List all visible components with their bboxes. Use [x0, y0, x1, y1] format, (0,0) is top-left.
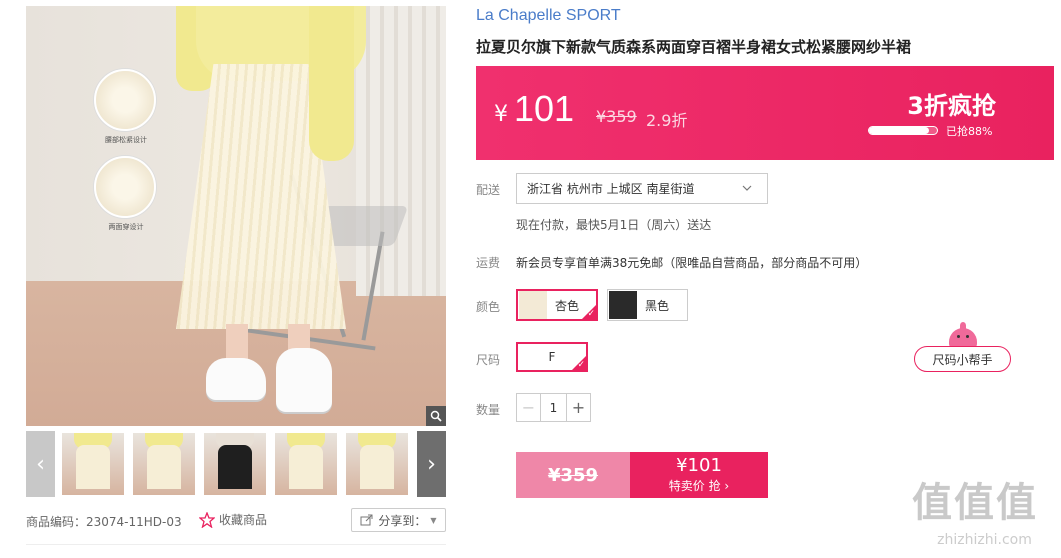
quantity-stepper: − 1 +: [516, 393, 591, 422]
hoodie-sleeve: [309, 6, 354, 161]
caret-down-icon: ▼: [430, 515, 437, 525]
divider: [26, 544, 446, 545]
check-icon: ✓: [577, 360, 585, 370]
share-label: 分享到：: [378, 513, 427, 528]
delivery-label: 配送: [476, 183, 501, 197]
sold-progress-bar: [868, 126, 938, 135]
chevron-left-icon: ‹: [36, 451, 45, 477]
quantity-decrease-button[interactable]: −: [517, 394, 541, 421]
thumb-prev-button[interactable]: ‹: [26, 431, 55, 497]
thumbnail[interactable]: [204, 433, 266, 495]
size-label: 尺码: [476, 353, 501, 367]
thumbnail[interactable]: [275, 433, 337, 495]
thumb-skirt: [360, 445, 394, 489]
model-shoe: [206, 358, 266, 400]
quantity-value[interactable]: 1: [541, 394, 566, 421]
chevron-right-icon: ›: [427, 451, 436, 477]
price-currency: ¥: [494, 102, 508, 127]
buy-label: 特卖价 抢 ›: [668, 479, 730, 493]
star-outline-icon: [199, 511, 215, 528]
color-option-label: 黑色: [645, 298, 670, 313]
size-option-f[interactable]: F ✓: [516, 342, 588, 372]
favorite-button[interactable]: 收藏商品: [199, 511, 267, 528]
thumb-next-button[interactable]: ›: [417, 431, 446, 497]
mascot-eye: [966, 335, 969, 338]
product-page: 腰部松紧设计 两面穿设计 ‹ › 商品编码：23074-11HD-03 收藏商品…: [0, 0, 1061, 558]
size-helper-button[interactable]: 尺码小帮手: [914, 346, 1011, 372]
favorite-label: 收藏商品: [219, 513, 268, 527]
color-label: 颜色: [476, 300, 501, 314]
chevron-down-icon: [742, 185, 752, 191]
detail-circle-reversible: [94, 156, 156, 218]
original-price: ¥359: [596, 107, 637, 126]
share-button[interactable]: 分享到： ▼: [351, 508, 446, 532]
flash-sale-title: 3折疯抢: [907, 92, 996, 120]
thumb-skirt: [147, 445, 181, 489]
photo-curtain: [356, 6, 446, 296]
watermark-logo: 值值值: [912, 480, 1038, 526]
quantity-label: 数量: [476, 403, 501, 417]
sold-progress-fill: [869, 127, 929, 134]
size-option-label: F: [548, 350, 556, 364]
color-swatch: [519, 291, 547, 319]
color-option-black[interactable]: 黑色: [607, 289, 688, 321]
product-title: 拉夏贝尔旗下新款气质森系两面穿百褶半身裙女式松紧腰网纱半裙: [476, 38, 912, 56]
site-watermark: 值值值 zhizhizhi.com: [912, 478, 1057, 556]
color-option-apricot[interactable]: 杏色 ✓: [516, 289, 598, 321]
main-product-image[interactable]: 腰部松紧设计 两面穿设计: [26, 6, 446, 426]
thumb-skirt: [289, 445, 323, 489]
check-icon: ✓: [587, 309, 595, 319]
buy-original-price: ¥359: [516, 452, 630, 498]
magnifier-icon: [430, 410, 442, 422]
buy-now-button[interactable]: ¥101 特卖价 抢 ›: [630, 452, 768, 498]
zoom-button[interactable]: [426, 406, 446, 426]
thumb-skirt: [76, 445, 110, 489]
buy-price: ¥101: [676, 455, 722, 476]
model-shoe: [276, 348, 332, 412]
quantity-increase-button[interactable]: +: [566, 394, 590, 421]
thumbnail[interactable]: [133, 433, 195, 495]
mascot-icon: [949, 322, 977, 348]
sold-percent-text: 已抢88%: [946, 125, 993, 138]
thumbnail-strip: ‹ ›: [26, 431, 446, 497]
shipping-info: 新会员专享首单满38元免邮（限唯品自营商品，部分商品不可用）: [516, 256, 868, 270]
detail-caption-waist: 腰部松紧设计: [105, 136, 147, 144]
watermark-url: zhizhizhi.com: [937, 532, 1032, 548]
mascot-eye: [957, 335, 960, 338]
sku-code: 商品编码：23074-11HD-03: [26, 515, 182, 529]
discount-rate: 2.9折: [646, 111, 688, 130]
sku-row: 商品编码：23074-11HD-03 收藏商品 分享到： ▼: [26, 508, 446, 534]
current-price: 101: [514, 88, 575, 129]
thumbnail[interactable]: [346, 433, 408, 495]
address-select[interactable]: 浙江省 杭州市 上城区 南星街道: [516, 173, 768, 204]
thumbnail[interactable]: [62, 433, 124, 495]
delivery-eta: 现在付款，最快5月1日（周六）送达: [516, 218, 712, 232]
price-banner: ¥ 101 ¥359 2.9折 3折疯抢 已抢88%: [476, 66, 1054, 160]
detail-circle-waist: [94, 69, 156, 131]
address-value: 浙江省 杭州市 上城区 南星街道: [527, 182, 695, 196]
color-swatch: [609, 291, 637, 319]
detail-caption-reversible: 两面穿设计: [108, 223, 144, 231]
thumb-skirt: [218, 445, 252, 489]
color-option-label: 杏色: [555, 298, 580, 313]
share-icon: [360, 514, 373, 526]
brand-link[interactable]: La Chapelle SPORT: [476, 7, 621, 25]
shipping-label: 运费: [476, 256, 501, 270]
